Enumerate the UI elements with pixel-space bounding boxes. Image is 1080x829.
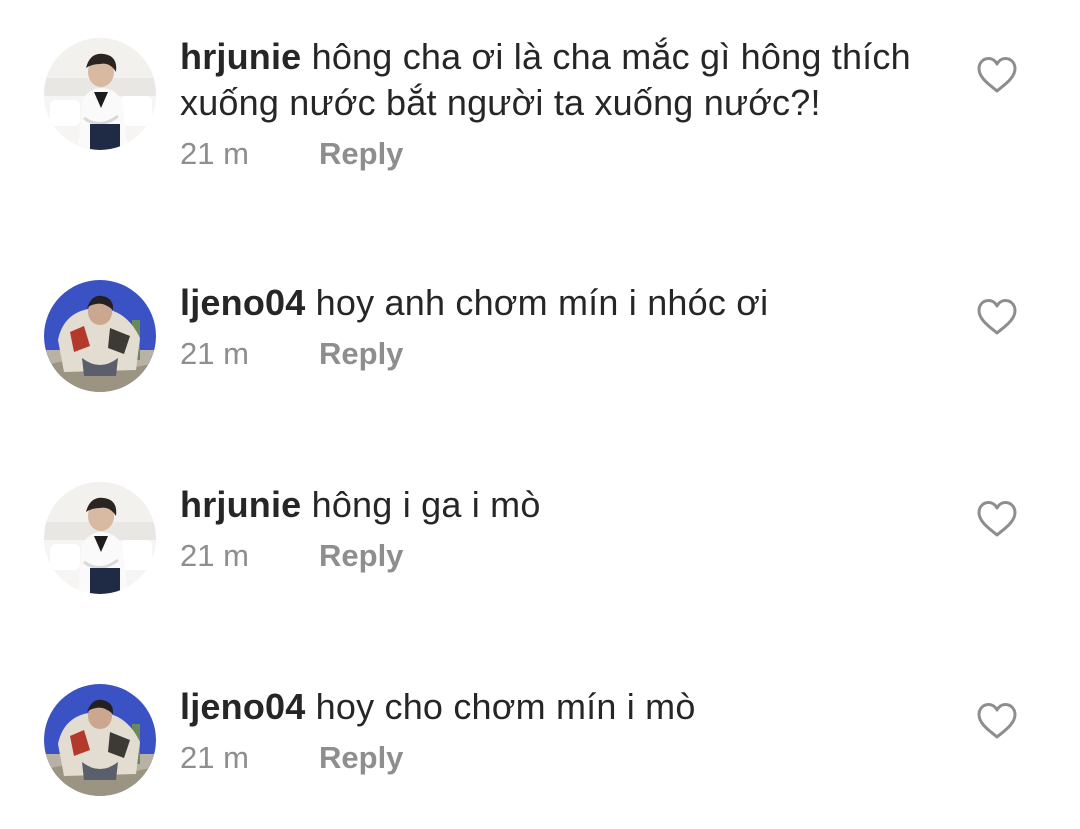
comment-meta: 21 m Reply	[180, 135, 920, 173]
reply-button[interactable]: Reply	[319, 538, 403, 573]
heart-outline-icon	[977, 703, 1017, 739]
avatar[interactable]	[44, 684, 156, 796]
comment-text: hoy anh chơm mín i nhóc ơi	[315, 282, 769, 323]
avatar-ljeno04-image	[44, 280, 156, 392]
like-button[interactable]	[976, 298, 1018, 336]
comment-username[interactable]: ljeno04	[180, 282, 305, 323]
comment-body: hrjunie hông cha ơi là cha mắc gì hông t…	[180, 36, 920, 173]
avatar-hrjunie-image	[44, 38, 156, 150]
like-button[interactable]	[976, 500, 1018, 538]
reply-button[interactable]: Reply	[319, 336, 403, 371]
comment-body: ljeno04 hoy cho chơm mín i mò 21 m Reply	[180, 684, 920, 777]
like-button[interactable]	[976, 702, 1018, 740]
comment-text: hoy cho chơm mín i mò	[315, 686, 696, 727]
comment-timestamp: 21 m	[180, 538, 249, 573]
comment-username[interactable]: ljeno04	[180, 686, 305, 727]
comment-text: hông i ga i mò	[311, 484, 541, 525]
comment-text-block: hrjunie hông cha ơi là cha mắc gì hông t…	[180, 34, 920, 126]
comment-meta: 21 m Reply	[180, 739, 920, 777]
comment-username[interactable]: hrjunie	[180, 36, 301, 77]
avatar[interactable]	[44, 280, 156, 392]
reply-button[interactable]: Reply	[319, 136, 403, 171]
comment-timestamp: 21 m	[180, 740, 249, 775]
comment-meta: 21 m Reply	[180, 537, 920, 575]
avatar[interactable]	[44, 482, 156, 594]
comment-timestamp: 21 m	[180, 136, 249, 171]
comment-timestamp: 21 m	[180, 336, 249, 371]
comment-meta: 21 m Reply	[180, 335, 920, 373]
heart-outline-icon	[977, 299, 1017, 335]
heart-outline-icon	[977, 501, 1017, 537]
heart-outline-icon	[977, 57, 1017, 93]
comment-text-block: hrjunie hông i ga i mò	[180, 482, 920, 528]
comment-body: ljeno04 hoy anh chơm mín i nhóc ơi 21 m R…	[180, 280, 920, 373]
comment-text-block: ljeno04 hoy cho chơm mín i mò	[180, 684, 920, 730]
avatar[interactable]	[44, 38, 156, 150]
comment-body: hrjunie hông i ga i mò 21 m Reply	[180, 482, 920, 575]
avatar-hrjunie-image	[44, 482, 156, 594]
comment-text-block: ljeno04 hoy anh chơm mín i nhóc ơi	[180, 280, 920, 326]
avatar-ljeno04-image	[44, 684, 156, 796]
comment-username[interactable]: hrjunie	[180, 484, 301, 525]
like-button[interactable]	[976, 56, 1018, 94]
reply-button[interactable]: Reply	[319, 740, 403, 775]
